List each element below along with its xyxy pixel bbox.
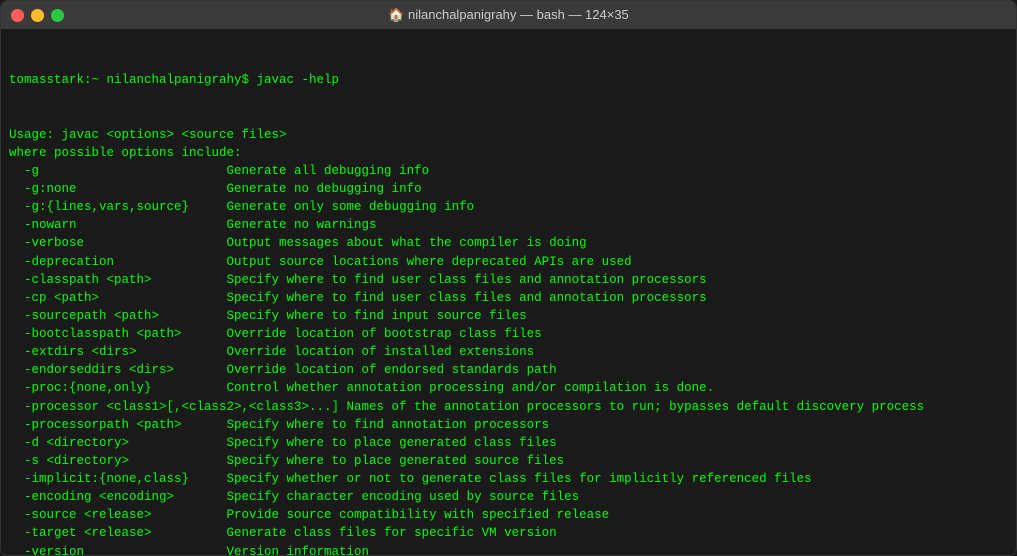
terminal-line: -verbose Output messages about what the … <box>9 234 1008 252</box>
close-button[interactable] <box>11 9 24 22</box>
command: javac -help <box>249 73 339 87</box>
terminal-line: -source <release> Provide source compati… <box>9 506 1008 524</box>
terminal-line: -deprecation Output source locations whe… <box>9 253 1008 271</box>
terminal-line: -implicit:{none,class} Specify whether o… <box>9 470 1008 488</box>
terminal-line: -version Version information <box>9 543 1008 556</box>
terminal-line: -processorpath <path> Specify where to f… <box>9 416 1008 434</box>
terminal-line: -cp <path> Specify where to find user cl… <box>9 289 1008 307</box>
terminal-line: -nowarn Generate no warnings <box>9 216 1008 234</box>
terminal-line: -extdirs <dirs> Override location of ins… <box>9 343 1008 361</box>
terminal-line: -processor <class1>[,<class2>,<class3>..… <box>9 398 1008 416</box>
window-title: 🏠 nilanchalpanigrahy — bash — 124×35 <box>388 7 629 23</box>
terminal-line: where possible options include: <box>9 144 1008 162</box>
minimize-button[interactable] <box>31 9 44 22</box>
terminal-line: -s <directory> Specify where to place ge… <box>9 452 1008 470</box>
terminal-body[interactable]: tomasstark:~ nilanchalpanigrahy$ javac -… <box>1 29 1016 555</box>
prompt: tomasstark:~ nilanchalpanigrahy$ <box>9 73 249 87</box>
terminal-line: -classpath <path> Specify where to find … <box>9 271 1008 289</box>
terminal-line: -target <release> Generate class files f… <box>9 524 1008 542</box>
terminal-line: -bootclasspath <path> Override location … <box>9 325 1008 343</box>
maximize-button[interactable] <box>51 9 64 22</box>
terminal-line: -d <directory> Specify where to place ge… <box>9 434 1008 452</box>
prompt-line: tomasstark:~ nilanchalpanigrahy$ javac -… <box>9 71 1008 89</box>
terminal-line: -encoding <encoding> Specify character e… <box>9 488 1008 506</box>
terminal-line: -g:none Generate no debugging info <box>9 180 1008 198</box>
terminal-line: -sourcepath <path> Specify where to find… <box>9 307 1008 325</box>
terminal-line: Usage: javac <options> <source files> <box>9 126 1008 144</box>
terminal-line: -endorseddirs <dirs> Override location o… <box>9 361 1008 379</box>
terminal-output: Usage: javac <options> <source files>whe… <box>9 126 1008 555</box>
terminal-window: 🏠 nilanchalpanigrahy — bash — 124×35 tom… <box>0 0 1017 556</box>
terminal-line: -g Generate all debugging info <box>9 162 1008 180</box>
terminal-line: -g:{lines,vars,source} Generate only som… <box>9 198 1008 216</box>
terminal-line: -proc:{none,only} Control whether annota… <box>9 379 1008 397</box>
traffic-lights <box>11 9 64 22</box>
title-bar: 🏠 nilanchalpanigrahy — bash — 124×35 <box>1 1 1016 29</box>
